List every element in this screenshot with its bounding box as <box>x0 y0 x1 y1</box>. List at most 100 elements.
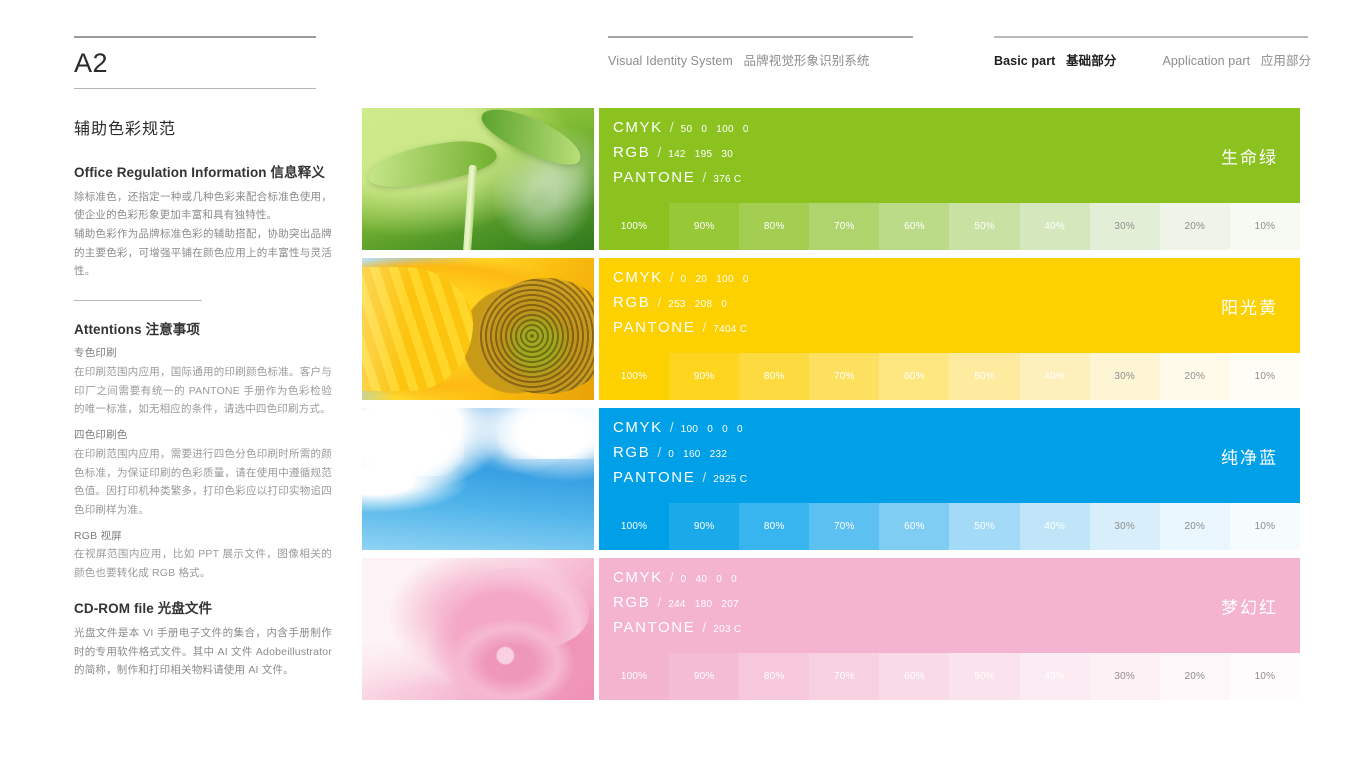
spec-slash: / <box>657 444 662 460</box>
info-heading: Office Regulation Information 信息释义 <box>74 161 336 181</box>
color-panel: CMYK / 0 20 100 0 RGB / 253 208 0 PANTONE / <box>599 258 1300 400</box>
tint-swatch: 40% <box>1019 503 1090 550</box>
tint-swatch: 10% <box>1229 503 1300 550</box>
spec-value-rgb: 253 208 0 <box>668 299 728 310</box>
attention-text: 在印刷范围内应用，国际通用的印刷颜色标准。客户与印厂之间需要有统一的 PANTO… <box>74 365 332 416</box>
attention-text: 在印刷范围内应用，需要进行四色分色印刷时所需的颜色标准，为保证印刷的色彩质量，请… <box>74 447 332 516</box>
spec-rgb: RGB / 244 180 207 <box>613 594 741 619</box>
tint-swatch: 80% <box>739 653 810 700</box>
spec-label-rgb: RGB <box>613 444 651 461</box>
tint-swatch: 100% <box>599 203 670 250</box>
spec-slash: / <box>702 169 707 185</box>
tint-swatch: 20% <box>1159 503 1230 550</box>
spec-label-cmyk: CMYK <box>613 119 663 136</box>
color-row: CMYK / 0 40 0 0 RGB / 244 180 207 PANTONE / <box>362 558 1300 700</box>
nav-item-label-zh: 品牌视觉形象识别系统 <box>743 54 870 68</box>
tint-swatch: 50% <box>949 653 1020 700</box>
color-specs: CMYK / 50 0 100 0 RGB / 142 195 30 PANTONE / <box>613 119 749 194</box>
color-specs: CMYK / 100 0 0 0 RGB / 0 160 232 PANTONE / <box>613 419 747 494</box>
spec-label-cmyk: CMYK <box>613 419 663 436</box>
info-paragraph-2: 辅助色彩作为品牌标准色彩的辅助搭配，协助突出品牌的主要色彩，可增强平铺在颜色应用… <box>74 228 332 278</box>
attentions-list: 专色印刷 在印刷范围内应用，国际通用的印刷颜色标准。客户与印厂之间需要有统一的 … <box>74 345 336 583</box>
color-panel: CMYK / 100 0 0 0 RGB / 0 160 232 PANTONE / <box>599 408 1300 550</box>
spec-value-cmyk: 100 0 0 0 <box>680 424 743 435</box>
spec-value-cmyk: 0 40 0 0 <box>680 574 737 585</box>
spec-slash: / <box>657 144 662 160</box>
nav-item-visual-identity-system[interactable]: Visual Identity System 品牌视觉形象识别系统 <box>608 50 870 69</box>
tint-swatch: 30% <box>1089 503 1160 550</box>
attention-label: RGB 视屏 <box>74 529 122 542</box>
vi-manual-page: A2 辅助色彩规范 Office Regulation Information … <box>0 0 1366 768</box>
color-specification-list: CMYK / 50 0 100 0 RGB / 142 195 30 PANTONE / <box>362 108 1300 708</box>
info-heading-zh: 信息释义 <box>270 164 325 180</box>
tint-swatch: 20% <box>1159 353 1230 400</box>
color-main: CMYK / 100 0 0 0 RGB / 0 160 232 PANTONE / <box>599 408 1300 503</box>
nav-item-label-en: Visual Identity System <box>608 54 733 68</box>
tint-swatch: 80% <box>739 353 810 400</box>
spec-slash: / <box>657 594 662 610</box>
tint-swatch: 80% <box>739 503 810 550</box>
spec-label-rgb: RGB <box>613 594 651 611</box>
tint-strip: 100% 90% 80% 70% 60% 50% 40% 30% 20% 10% <box>599 503 1300 550</box>
attention-text: 在视屏范围内应用，比如 PPT 展示文件，图像相关的颜色也要转化成 RGB 格式… <box>74 548 332 580</box>
spec-value-pantone: 203 C <box>713 624 742 635</box>
info-heading-en: Office Regulation Information <box>74 164 267 180</box>
page-code: A2 <box>74 48 109 78</box>
spec-value-cmyk: 0 20 100 0 <box>680 274 749 285</box>
color-name: 梦幻红 <box>1221 598 1278 617</box>
attention-label: 四色印刷色 <box>74 429 128 442</box>
tint-strip: 100% 90% 80% 70% 60% 50% 40% 30% 20% 10% <box>599 353 1300 400</box>
cdrom-text: 光盘文件是本 VI 手册电子文件的集合，内含手册制作时的专用软件格式文件。其中 … <box>74 626 332 677</box>
tint-swatch: 60% <box>879 353 950 400</box>
color-name: 阳光黄 <box>1221 298 1278 317</box>
spec-pantone: PANTONE / 376 C <box>613 169 749 194</box>
green-leaf-photo <box>362 108 594 250</box>
spec-label-pantone: PANTONE <box>613 619 696 636</box>
tint-swatch: 60% <box>879 503 950 550</box>
tint-swatch: 50% <box>949 353 1020 400</box>
tint-swatch: 80% <box>739 203 810 250</box>
color-row: CMYK / 100 0 0 0 RGB / 0 160 232 PANTONE / <box>362 408 1300 550</box>
header-rule-bottom <box>74 87 316 89</box>
color-name: 生命绿 <box>1221 148 1278 167</box>
spec-value-rgb: 0 160 232 <box>668 449 728 460</box>
spec-value-cmyk: 50 0 100 0 <box>680 124 749 135</box>
nav-item-basic-part[interactable]: Basic part 基础部分 <box>994 50 1116 69</box>
nav-item-application-part[interactable]: Application part 应用部分 <box>1162 50 1311 69</box>
tint-swatch: 90% <box>669 653 740 700</box>
tint-swatch: 70% <box>809 653 880 700</box>
nav-item-label-zh: 应用部分 <box>1260 54 1312 68</box>
blue-sky-clouds-photo <box>362 408 594 550</box>
tint-swatch: 100% <box>599 503 670 550</box>
spec-pantone: PANTONE / 7404 C <box>613 319 749 344</box>
color-row: CMYK / 0 20 100 0 RGB / 253 208 0 PANTONE / <box>362 258 1300 400</box>
tint-swatch: 70% <box>809 503 880 550</box>
tint-swatch: 70% <box>809 203 880 250</box>
spec-rgb: RGB / 142 195 30 <box>613 144 749 169</box>
tint-swatch: 30% <box>1089 203 1160 250</box>
spec-label-pantone: PANTONE <box>613 319 696 336</box>
nav-items: Basic part 基础部分 Application part 应用部分 <box>994 38 1311 69</box>
nav-item-label-en: Application part <box>1162 54 1251 68</box>
spec-label-rgb: RGB <box>613 294 651 311</box>
nav-items: Visual Identity System 品牌视觉形象识别系统 <box>608 38 913 69</box>
tint-swatch: 40% <box>1019 203 1090 250</box>
tint-strip: 100% 90% 80% 70% 60% 50% 40% 30% 20% 10% <box>599 653 1300 700</box>
sunflower-photo <box>362 258 594 400</box>
nav-group-system: Visual Identity System 品牌视觉形象识别系统 <box>608 36 913 69</box>
tint-swatch: 90% <box>669 203 740 250</box>
tint-swatch: 60% <box>879 203 950 250</box>
color-name: 纯净蓝 <box>1221 448 1278 467</box>
color-specs: CMYK / 0 20 100 0 RGB / 253 208 0 PANTONE / <box>613 269 749 344</box>
tint-swatch: 10% <box>1229 653 1300 700</box>
tint-swatch: 90% <box>669 503 740 550</box>
spec-value-pantone: 2925 C <box>713 474 748 485</box>
spec-rgb: RGB / 253 208 0 <box>613 294 749 319</box>
tint-swatch: 90% <box>669 353 740 400</box>
nav-item-label-zh: 基础部分 <box>1066 54 1117 68</box>
color-specs: CMYK / 0 40 0 0 RGB / 244 180 207 PANTONE / <box>613 569 741 644</box>
spec-slash: / <box>702 319 707 335</box>
spec-value-pantone: 376 C <box>713 174 742 185</box>
